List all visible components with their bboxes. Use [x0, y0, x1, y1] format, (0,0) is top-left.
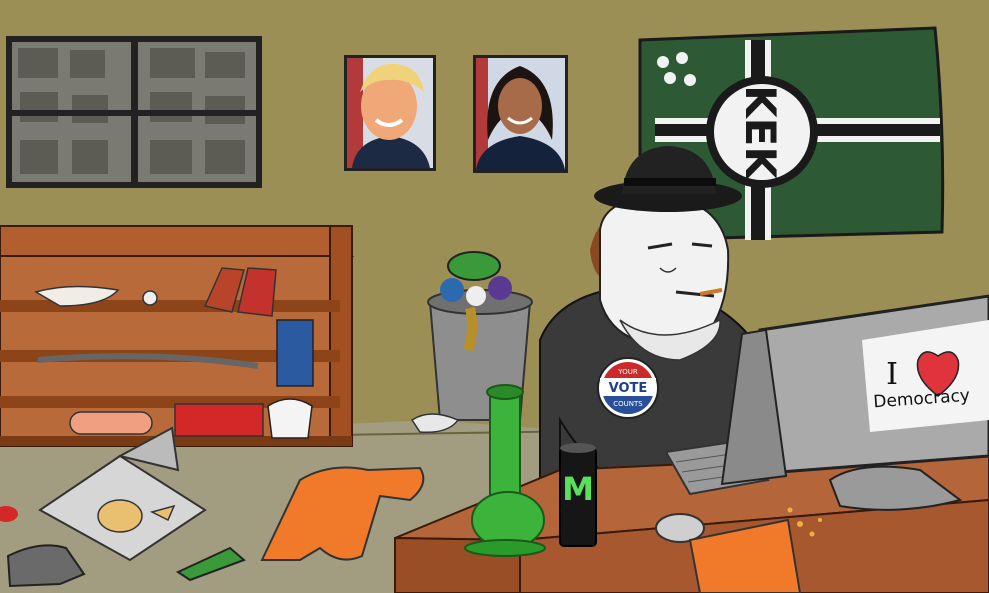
sticker-bottom-text: COUNTS — [613, 400, 643, 408]
screen-letter: I — [886, 357, 898, 392]
window — [6, 36, 262, 188]
bookshelf — [0, 225, 354, 447]
sticker-vote-text: VOTE — [609, 381, 648, 396]
can-logo: M — [562, 470, 594, 508]
vote-sticker: YOUR VOTE COUNTS — [597, 357, 659, 419]
portrait-left — [344, 55, 436, 171]
sticker-top-text: YOUR — [617, 368, 638, 376]
portrait-right — [473, 55, 568, 173]
flag-emblem-text: KEK — [736, 85, 785, 180]
meme-scene: KEK YOUR VOTE COUNTS M I Democracy — [0, 0, 989, 593]
energy-can: M — [559, 443, 597, 547]
